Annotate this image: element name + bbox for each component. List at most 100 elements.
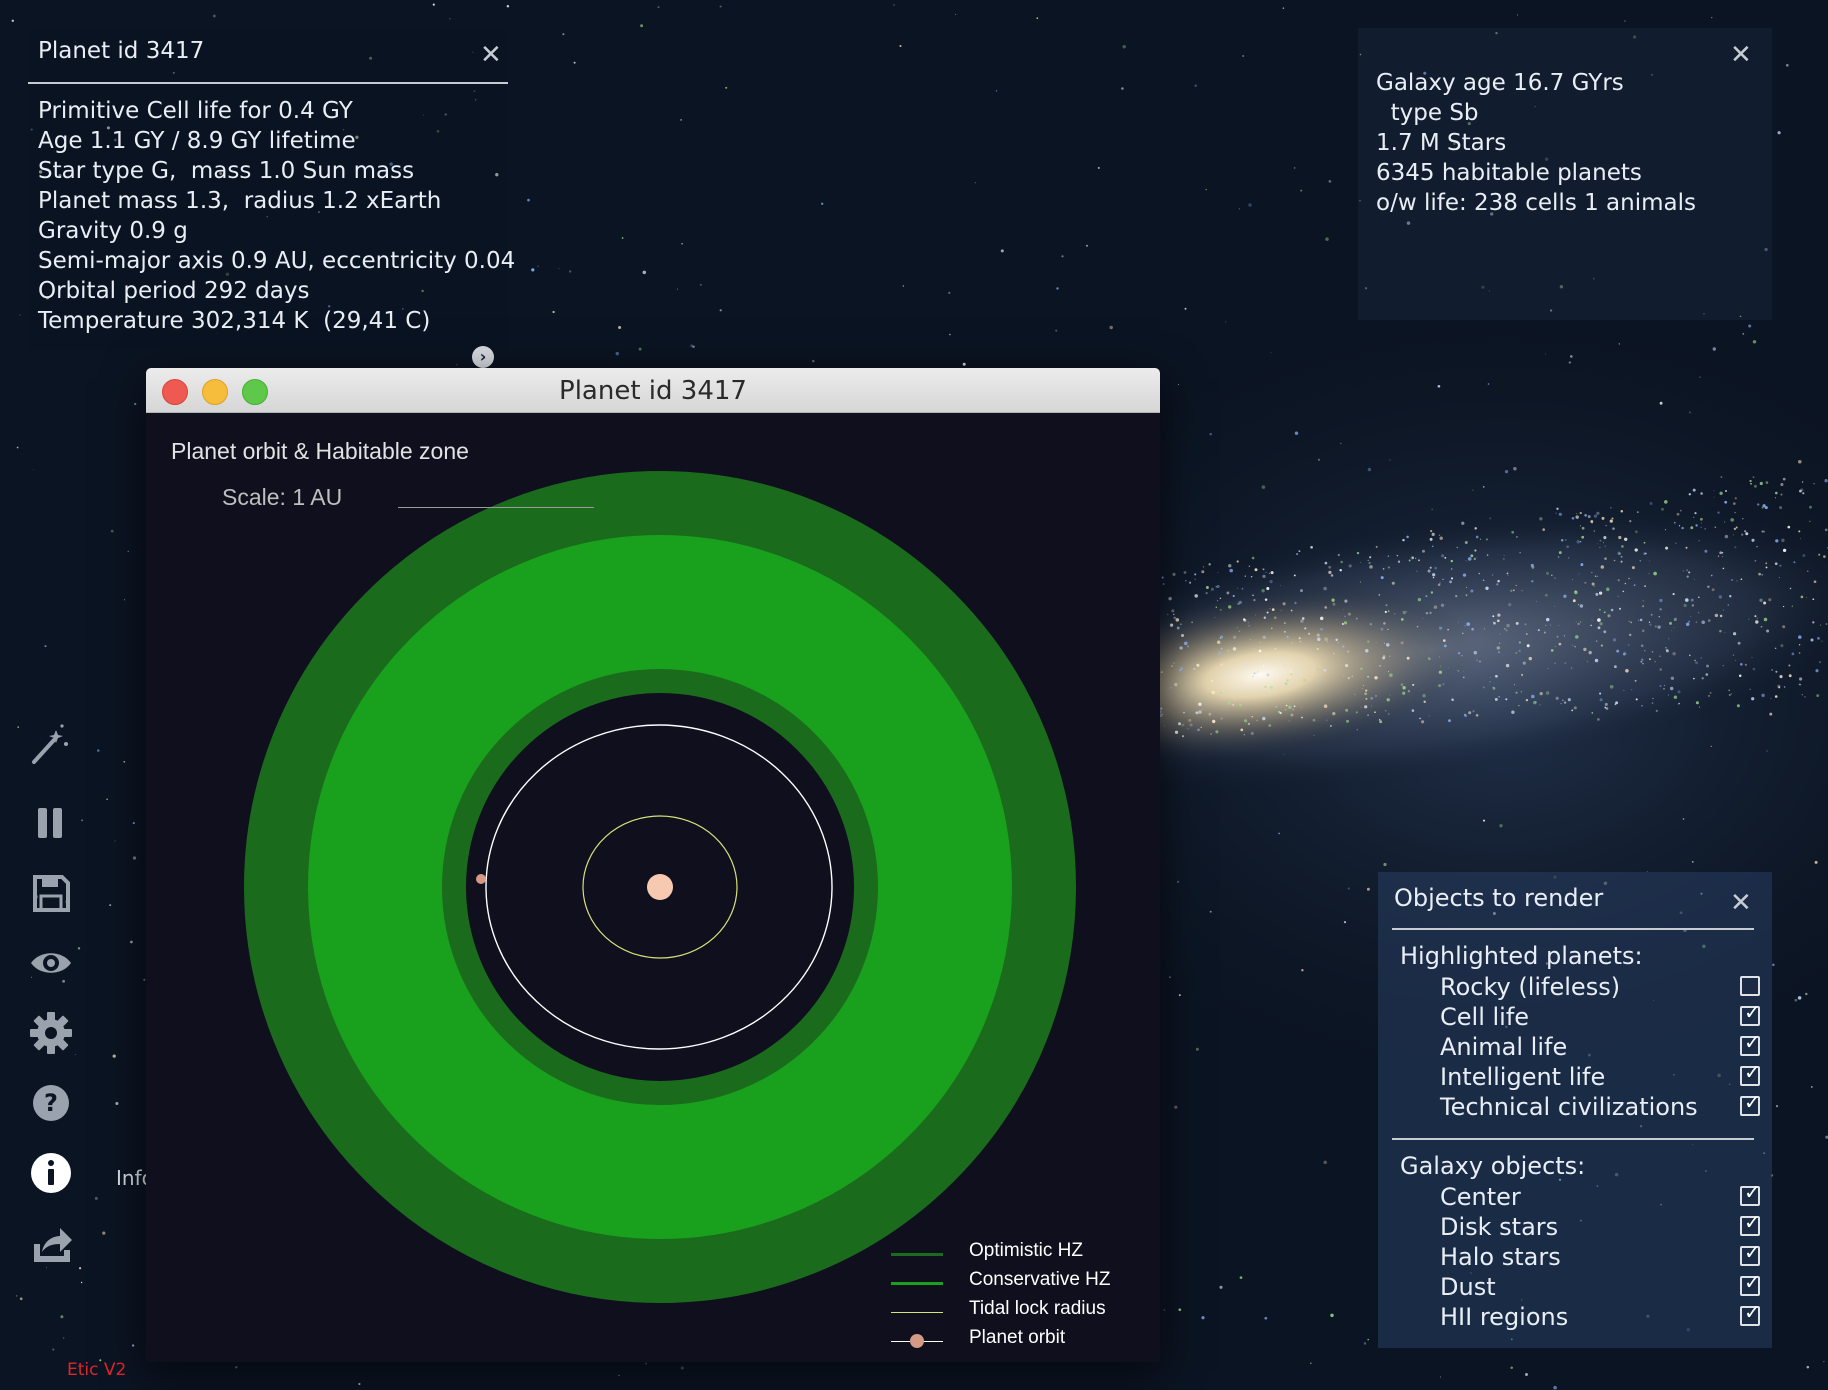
star-point xyxy=(1505,629,1508,632)
star-point xyxy=(1462,573,1467,577)
star-point xyxy=(1367,467,1372,472)
star-point xyxy=(1356,551,1360,555)
star-point xyxy=(1328,570,1332,575)
star-point xyxy=(1720,476,1723,478)
checkbox-checked-icon[interactable]: ✓ xyxy=(1740,1182,1761,1206)
save-icon[interactable] xyxy=(28,870,74,916)
legend-swatch xyxy=(891,1312,943,1313)
star-point xyxy=(1333,652,1335,655)
star-point xyxy=(1343,608,1345,610)
star-point xyxy=(1558,512,1562,516)
star-point xyxy=(1798,652,1801,654)
star-point xyxy=(1236,627,1238,629)
option-halo-stars[interactable]: Halo stars ✓ xyxy=(1440,1242,1761,1272)
star-point xyxy=(1422,694,1426,698)
star-point xyxy=(1406,611,1408,613)
star-point xyxy=(1649,658,1651,660)
star-point xyxy=(1354,693,1356,695)
checkbox-checked-icon[interactable]: ✓ xyxy=(1740,1242,1761,1266)
checkbox-checked-icon[interactable]: ✓ xyxy=(1740,1002,1761,1026)
option-disk-stars[interactable]: Disk stars ✓ xyxy=(1440,1212,1761,1242)
checkbox-checked-icon[interactable]: ✓ xyxy=(1740,1302,1761,1326)
star-point xyxy=(1727,604,1730,606)
star-point xyxy=(1457,652,1461,655)
checkbox-unchecked-icon[interactable] xyxy=(1740,976,1760,996)
close-icon[interactable]: ✕ xyxy=(1730,890,1752,916)
star-point xyxy=(1600,565,1605,569)
option-hii-regions[interactable]: HII regions ✓ xyxy=(1440,1302,1761,1332)
star-point xyxy=(1580,563,1584,567)
star-point xyxy=(1328,565,1332,569)
star-point xyxy=(1677,704,1679,706)
star-point xyxy=(955,14,957,15)
star-point xyxy=(1387,610,1390,612)
star-point xyxy=(1750,482,1752,485)
star-point xyxy=(1375,641,1377,644)
star-point xyxy=(1744,663,1747,666)
option-label: Rocky (lifeless) xyxy=(1440,973,1621,1001)
share-icon[interactable] xyxy=(28,1222,74,1268)
star-point xyxy=(1169,976,1171,978)
star-point xyxy=(1284,622,1286,624)
star-point xyxy=(1572,644,1574,646)
option-center[interactable]: Center ✓ xyxy=(1440,1182,1761,1212)
chevron-right-icon[interactable]: › xyxy=(472,346,494,368)
option-intelligent-life[interactable]: Intelligent life ✓ xyxy=(1440,1062,1761,1092)
star-point xyxy=(1623,537,1628,542)
star-point xyxy=(1783,686,1786,688)
star-point xyxy=(1285,704,1288,707)
option-cell-life[interactable]: Cell life ✓ xyxy=(1440,1002,1761,1032)
star-point xyxy=(1653,571,1657,576)
star-point xyxy=(1599,698,1603,702)
checkbox-checked-icon[interactable]: ✓ xyxy=(1740,1212,1761,1236)
help-icon[interactable]: ? xyxy=(28,1080,74,1126)
option-rocky-lifeless[interactable]: Rocky (lifeless) xyxy=(1440,972,1760,1002)
star-point xyxy=(1614,703,1617,706)
star-point xyxy=(102,1231,106,1235)
gear-icon[interactable] xyxy=(28,1010,74,1056)
star-point xyxy=(1209,910,1212,913)
info-icon[interactable] xyxy=(28,1150,74,1196)
star-point xyxy=(1505,663,1510,668)
checkbox-checked-icon[interactable]: ✓ xyxy=(1740,1062,1761,1086)
option-dust[interactable]: Dust ✓ xyxy=(1440,1272,1761,1302)
option-animal-life[interactable]: Animal life ✓ xyxy=(1440,1032,1761,1062)
star-point xyxy=(1389,655,1391,657)
star-point xyxy=(1722,556,1724,558)
star-point xyxy=(1565,539,1567,541)
star-point xyxy=(1639,560,1642,562)
star-point xyxy=(1515,691,1518,694)
star-point xyxy=(1748,618,1750,620)
checkbox-checked-icon[interactable]: ✓ xyxy=(1740,1032,1761,1056)
magic-wand-icon[interactable] xyxy=(28,722,74,768)
star-point xyxy=(1693,677,1695,680)
star-point xyxy=(1621,545,1624,548)
star-point xyxy=(1244,575,1246,577)
star-point xyxy=(1804,695,1806,698)
star-point xyxy=(645,1362,648,1365)
star-point xyxy=(1442,578,1444,581)
star-point xyxy=(1785,63,1789,67)
checkbox-checked-icon[interactable]: ✓ xyxy=(1740,1092,1761,1116)
checkbox-checked-icon[interactable]: ✓ xyxy=(1740,1272,1761,1296)
star-point xyxy=(1313,734,1315,737)
star-point xyxy=(1342,675,1345,677)
star-point xyxy=(81,819,84,822)
star-point xyxy=(1788,664,1791,667)
window-titlebar[interactable]: Planet id 3417 xyxy=(146,368,1160,413)
star-point xyxy=(1765,481,1769,484)
pause-icon[interactable] xyxy=(28,800,74,846)
star-point xyxy=(893,4,895,6)
star-point xyxy=(1604,545,1606,547)
eye-icon[interactable] xyxy=(28,940,74,986)
star-point xyxy=(531,268,535,272)
star-point xyxy=(1437,583,1441,587)
close-icon[interactable]: ✕ xyxy=(480,42,502,68)
info-label: Info xyxy=(116,1166,146,1190)
option-technical-civilizations[interactable]: Technical civilizations ✓ xyxy=(1440,1092,1761,1122)
star-point xyxy=(1591,619,1593,621)
star-point xyxy=(1379,720,1383,724)
close-icon[interactable]: ✕ xyxy=(1730,42,1752,68)
star-point xyxy=(1201,570,1205,574)
star-point xyxy=(1197,728,1200,732)
